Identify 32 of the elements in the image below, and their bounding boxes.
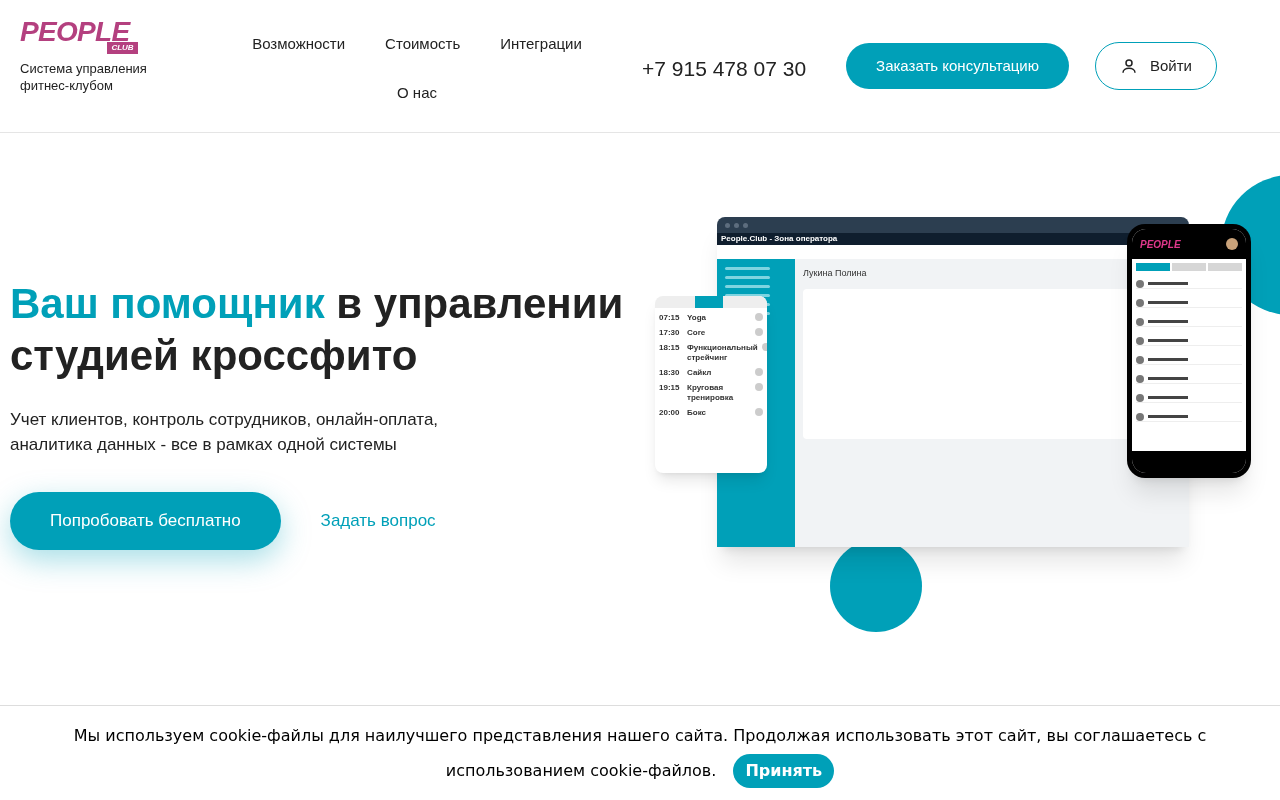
class-title: Бокс (687, 408, 707, 418)
class-time: 20:00 (659, 408, 681, 418)
class-time: 18:30 (659, 368, 681, 378)
nav-link[interactable]: О нас (397, 81, 437, 104)
window-title: People.Club - Зона оператора (721, 233, 838, 245)
class-title: Функциональный стрейчинг (687, 343, 758, 363)
logo-badge: CLUB (107, 42, 138, 54)
phone-number[interactable]: +7 915 478 07 30 (642, 53, 807, 85)
nav-link[interactable]: Возможности (252, 33, 346, 56)
phone-tab[interactable] (1172, 263, 1206, 271)
nav-link[interactable]: Интеграции (500, 33, 582, 56)
client-name: Лукина Полина (803, 267, 868, 280)
user-icon (1120, 57, 1138, 75)
nav-link[interactable]: Стоимость (385, 33, 461, 56)
hero-subtitle: Учет клиентов, контроль сотрудников, онлайн-оплата, аналитика данных - все в рамках одной системы (10, 409, 440, 456)
phone-tab[interactable] (1208, 263, 1242, 271)
avatar-icon (1226, 238, 1238, 250)
class-time: 19:15 (659, 383, 681, 393)
class-title: Yoga (687, 313, 707, 323)
class-time: 18:15 (659, 343, 681, 353)
phone-logo: PEOPLE (1140, 237, 1181, 252)
selected-day-tab[interactable] (695, 296, 723, 308)
class-title: Сайкл (687, 368, 713, 378)
phone-tab[interactable] (1136, 263, 1170, 271)
avatar-icon (755, 408, 763, 416)
tagline: Система управления фитнес-клубом (20, 60, 148, 94)
class-time: 17:30 (659, 328, 681, 338)
class-time: 07:15 (659, 313, 681, 323)
class-title: Круговая тренировка (687, 383, 735, 403)
cookie-text: Мы используем cookie-файлы для наилучшего представления нашего сайта. Продолжая использовать этот сайт, вы соглашаетесь с использованием cookie-файлов. Принять (65, 717, 1215, 789)
class-title: Core (687, 328, 707, 338)
hero-title: Ваш помощник в управлении студией кроссфито (10, 279, 625, 381)
